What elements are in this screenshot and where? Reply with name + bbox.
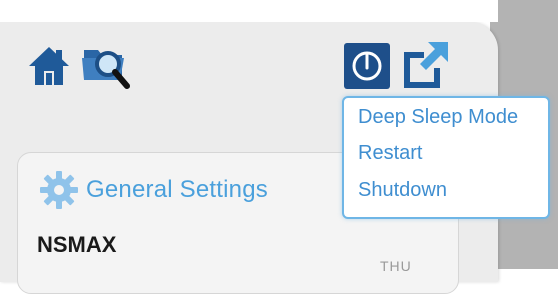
open-external-button[interactable]: [400, 40, 450, 90]
search-files-button[interactable]: [80, 40, 132, 90]
home-button[interactable]: [27, 44, 71, 88]
general-settings-title: General Settings: [86, 176, 268, 203]
gear-icon: [40, 171, 78, 209]
power-menu: Deep Sleep Mode Restart Shutdown: [342, 96, 550, 219]
search-folder-icon: [82, 50, 130, 89]
device-name: NSMAX: [37, 232, 117, 257]
power-icon: [344, 43, 390, 89]
partial-date-text: THU: [380, 258, 412, 274]
menu-item-deep-sleep[interactable]: Deep Sleep Mode: [358, 106, 518, 129]
external-link-icon: [404, 42, 448, 88]
top-strip: [0, 0, 498, 22]
home-icon: [29, 47, 69, 85]
general-settings-header[interactable]: General Settings: [38, 170, 268, 210]
power-button[interactable]: [343, 42, 391, 90]
menu-item-shutdown[interactable]: Shutdown: [358, 179, 447, 202]
menu-item-restart[interactable]: Restart: [358, 142, 422, 165]
